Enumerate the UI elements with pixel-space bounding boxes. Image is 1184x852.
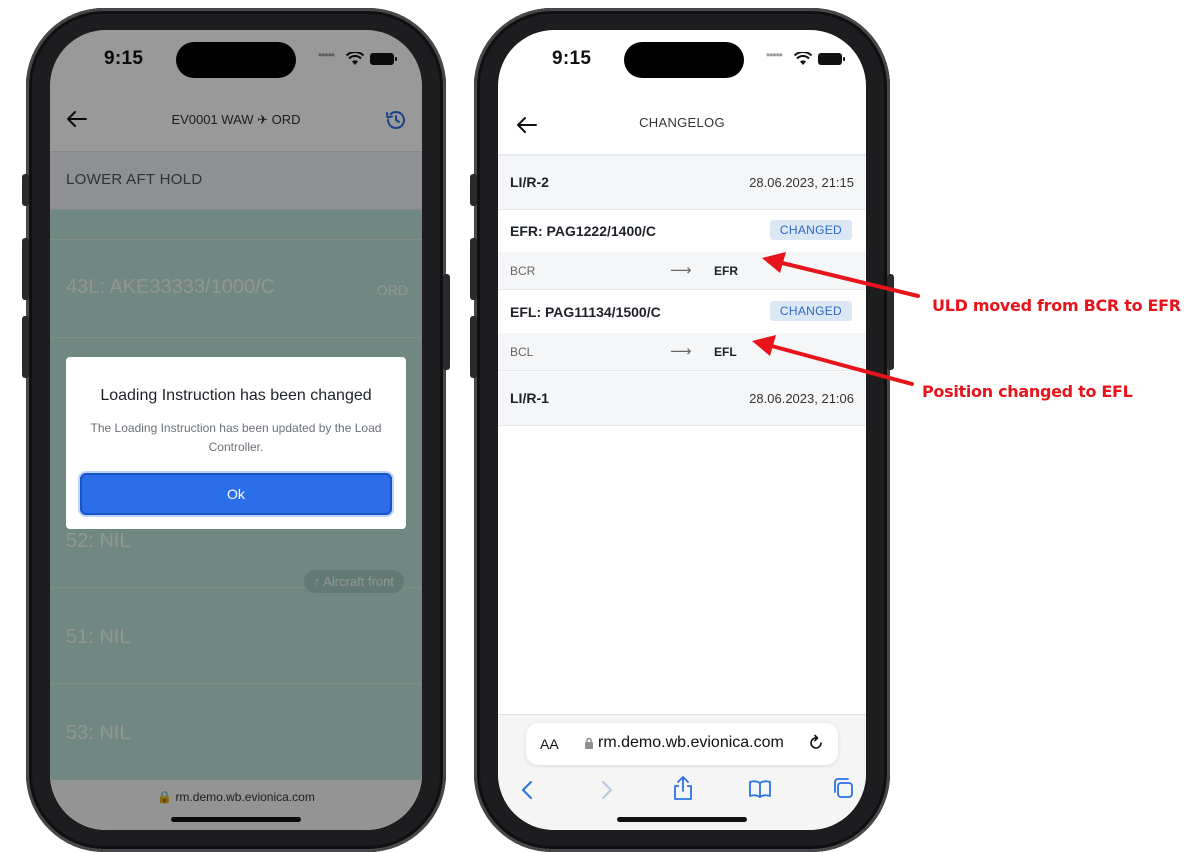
status-bar: 9:15 ••••• — [498, 30, 866, 90]
right-arrow-icon: ⟶ — [670, 343, 692, 360]
action-button — [22, 174, 29, 206]
back-arrow-icon[interactable] — [516, 114, 538, 136]
power-button — [443, 274, 450, 370]
changelog-header: CHANGELOG — [498, 90, 866, 156]
from-position: BCL — [510, 345, 534, 359]
left-phone-frame: 9:15 ••••• EV0001 WAW ✈ ORD LOWER AFT HO… — [22, 8, 450, 852]
volume-down-button — [470, 316, 477, 378]
to-position: EFR — [714, 264, 738, 278]
screenshot-stage: 9:15 ••••• EV0001 WAW ✈ ORD LOWER AFT HO… — [0, 0, 1184, 852]
changed-badge: CHANGED — [769, 220, 852, 240]
left-screen: 9:15 ••••• EV0001 WAW ✈ ORD LOWER AFT HO… — [50, 30, 422, 830]
change-dialog: Loading Instruction has been changed The… — [66, 357, 406, 529]
changelog-group[interactable]: LI/R-1 28.06.2023, 21:06 — [498, 372, 866, 426]
right-screen: 9:15 ••••• CHANGELOG LI/R-2 28.06.2023, … — [498, 30, 866, 830]
reload-icon[interactable] — [806, 733, 826, 753]
position-change-row: BCR ⟶ EFR — [498, 252, 866, 290]
uld-name: EFR: PAG1222/1400/C — [510, 223, 657, 239]
safari-toolbar: AA rm.demo.wb.evionica.com — [498, 714, 866, 830]
volume-down-button — [22, 316, 29, 378]
to-position: EFL — [714, 345, 737, 359]
right-arrow-icon: ⟶ — [670, 262, 692, 279]
home-indicator — [617, 817, 747, 822]
annotation-position-changed: Position changed to EFL — [922, 382, 1133, 401]
ok-button[interactable]: Ok — [80, 473, 392, 515]
address-bar[interactable]: AA rm.demo.wb.evionica.com — [526, 723, 838, 765]
changelog-item: EFL: PAG11134/1500/C CHANGED — [498, 291, 866, 333]
text-size-button[interactable]: AA — [540, 736, 559, 752]
revision-id: LI/R-2 — [510, 174, 549, 190]
revision-timestamp: 28.06.2023, 21:15 — [749, 175, 854, 190]
power-button — [887, 274, 894, 370]
forward-chevron-icon[interactable] — [600, 779, 614, 801]
right-phone-frame: 9:15 ••••• CHANGELOG LI/R-2 28.06.2023, … — [470, 8, 894, 852]
changelog-group[interactable]: LI/R-2 28.06.2023, 21:15 — [498, 156, 866, 210]
share-icon[interactable] — [672, 775, 694, 801]
address-url: rm.demo.wb.evionica.com — [598, 734, 784, 751]
from-position: BCR — [510, 264, 536, 278]
page-title: CHANGELOG — [639, 115, 725, 130]
battery-icon — [818, 53, 845, 65]
lock-icon — [585, 737, 593, 749]
wifi-icon — [794, 52, 812, 65]
revision-timestamp: 28.06.2023, 21:06 — [749, 391, 854, 406]
dialog-message: The Loading Instruction has been updated… — [90, 421, 382, 454]
volume-up-button — [470, 238, 477, 300]
volume-up-button — [22, 238, 29, 300]
bookmarks-icon[interactable] — [748, 779, 772, 799]
back-chevron-icon[interactable] — [520, 779, 534, 801]
status-time: 9:15 — [552, 48, 592, 69]
annotation-uld-moved: ULD moved from BCR to EFR — [932, 296, 1181, 315]
dialog-title: Loading Instruction has been changed — [100, 387, 372, 404]
position-change-row: BCL ⟶ EFL — [498, 333, 866, 371]
dynamic-island — [624, 42, 744, 78]
revision-id: LI/R-1 — [510, 390, 549, 406]
action-button — [470, 174, 477, 206]
signal-icon: ••••• — [766, 48, 783, 62]
changelog-item: EFR: PAG1222/1400/C CHANGED — [498, 210, 866, 252]
tabs-icon[interactable] — [832, 777, 854, 799]
uld-name: EFL: PAG11134/1500/C — [510, 304, 661, 320]
changed-badge: CHANGED — [769, 301, 852, 321]
